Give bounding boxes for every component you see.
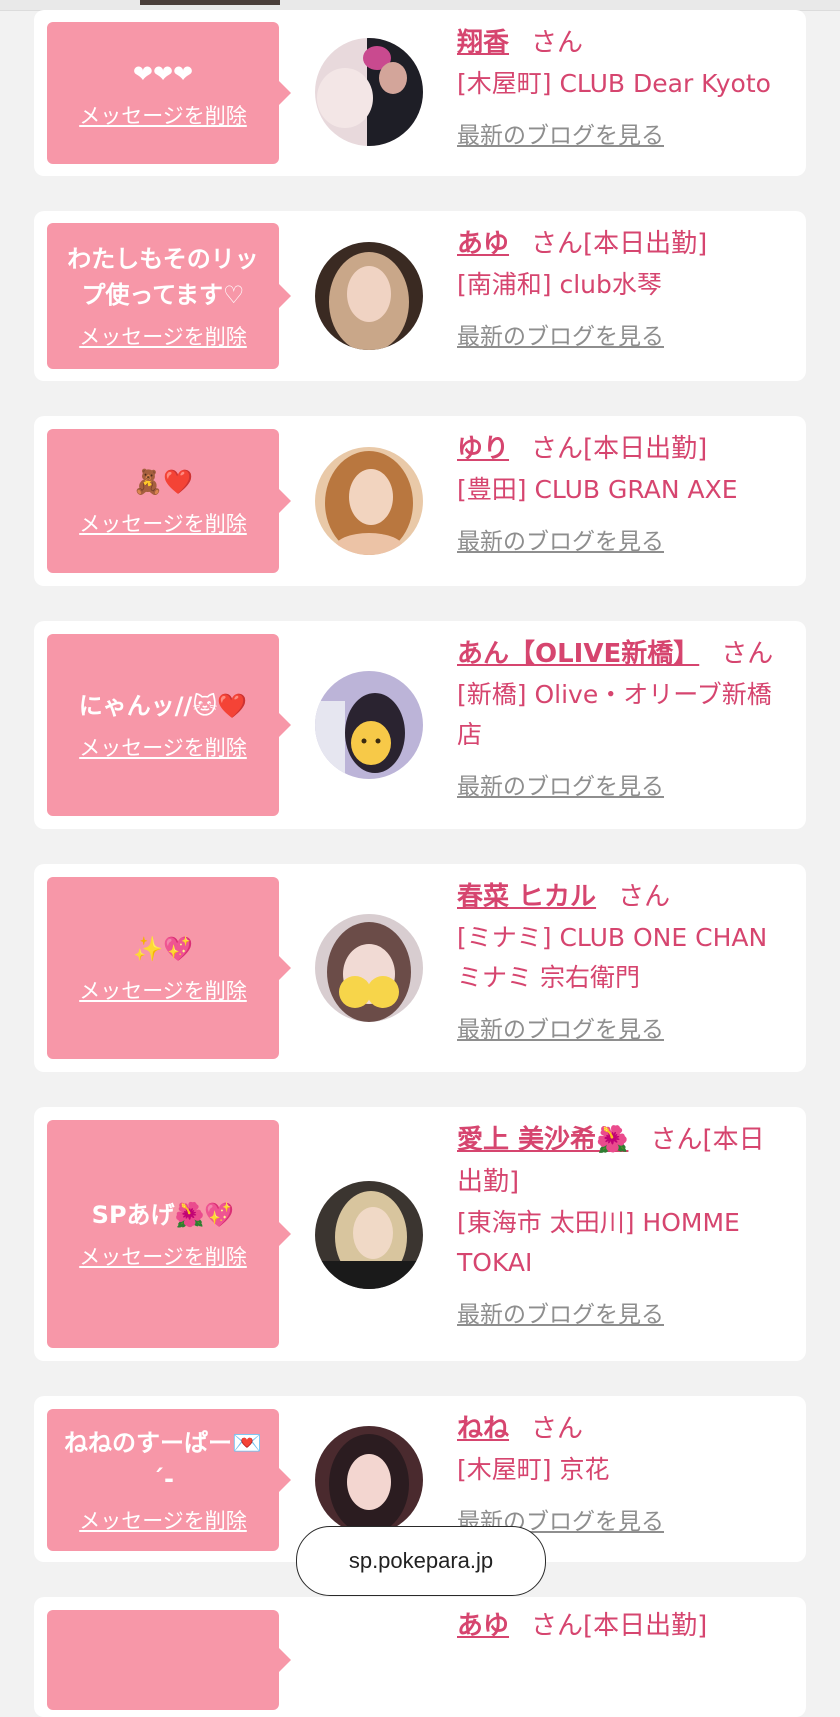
attendance-status: [本日出勤] <box>583 1611 708 1641</box>
name-line: 愛上 美沙希🌺 さん[本日出勤] <box>457 1119 788 1203</box>
message-bubble: 🧸❤️ メッセージを削除 <box>47 429 291 573</box>
name-line: 翔香 さん <box>457 22 788 64</box>
message-card: 🧸❤️ メッセージを削除 ゆり さん[本日出勤] [豊田] CLUB GRAN A… <box>34 416 806 586</box>
store-name: [木屋町] CLUB Dear Kyoto <box>457 69 771 98</box>
cast-info: あゆ さん[本日出勤] [南浦和] club水琴 最新のブログを見る <box>457 223 788 351</box>
store-name: [南浦和] club水琴 <box>457 270 662 299</box>
latest-blog-link[interactable]: 最新のブログを見る <box>457 522 664 556</box>
honorific: さん <box>531 28 584 58</box>
message-bubble <box>47 1610 291 1710</box>
cast-name-link[interactable]: ゆり <box>457 434 509 464</box>
cast-info: あん【OLIVE新橋】 さん [新橋] Olive・オリーブ新橋店 最新のブログを… <box>457 633 788 801</box>
attendance-status: [本日出勤] <box>583 229 708 259</box>
message-card: わたしもそのリップ使ってます♡ メッセージを削除 あゆ さん[本日出勤] [南浦和… <box>34 211 806 381</box>
name-line: ゆり さん[本日出勤] <box>457 428 788 470</box>
message-text: ❤❤❤ <box>132 60 194 88</box>
delete-message-link[interactable]: メッセージを削除 <box>79 975 247 1005</box>
name-line: あん【OLIVE新橋】 さん <box>457 633 788 675</box>
cast-info: ねね さん [木屋町] 京花 最新のブログを見る <box>457 1408 788 1536</box>
cast-name-link[interactable]: 愛上 美沙希🌺 <box>457 1125 628 1155</box>
cast-info: 春菜 ヒカル さん [ミナミ] CLUB ONE CHAN ミナミ 宗右衛門 最新… <box>457 876 788 1044</box>
latest-blog-link[interactable]: 最新のブログを見る <box>457 116 664 150</box>
store-name: [東海市 太田川] HOMME TOKAI <box>457 1208 740 1277</box>
message-card: ❤❤❤ メッセージを削除 翔香 さん [木屋町] CLUB Dear Kyoto … <box>34 10 806 176</box>
avatar[interactable] <box>315 671 423 779</box>
name-line: あゆ さん[本日出勤] <box>457 1605 788 1647</box>
cast-name-link[interactable]: あゆ <box>457 1611 509 1641</box>
cast-name-link[interactable]: あゆ <box>457 229 509 259</box>
avatar[interactable] <box>315 1426 423 1534</box>
message-bubble: ねねのすーぱー💌 ´- メッセージを削除 <box>47 1409 291 1551</box>
message-text: SPあげ🌺💖 <box>91 1201 235 1229</box>
honorific: さん <box>531 229 584 259</box>
name-line: 春菜 ヒカル さん <box>457 876 788 918</box>
avatar[interactable] <box>315 38 423 146</box>
delete-message-link[interactable]: メッセージを削除 <box>79 1505 247 1535</box>
message-bubble: ✨💖 メッセージを削除 <box>47 877 291 1059</box>
latest-blog-link[interactable]: 最新のブログを見る <box>457 1010 664 1044</box>
honorific: さん <box>721 639 774 669</box>
delete-message-link[interactable]: メッセージを削除 <box>79 508 247 538</box>
avatar[interactable] <box>315 447 423 555</box>
cast-name-link[interactable]: 春菜 ヒカル <box>457 882 596 912</box>
honorific: さん <box>531 434 584 464</box>
cast-info: 翔香 さん [木屋町] CLUB Dear Kyoto 最新のブログを見る <box>457 22 788 150</box>
message-text: わたしもそのリップ使ってます♡ <box>67 245 259 309</box>
delete-message-link[interactable]: メッセージを削除 <box>79 321 247 351</box>
store-name: [豊田] CLUB GRAN AXE <box>457 475 738 504</box>
honorific: さん <box>531 1611 584 1641</box>
avatar[interactable] <box>315 914 423 1022</box>
message-card: ✨💖 メッセージを削除 春菜 ヒカル さん [ミナミ] CLUB ONE CHAN… <box>34 864 806 1072</box>
store-name: [ミナミ] CLUB ONE CHAN ミナミ 宗右衛門 <box>457 923 768 992</box>
url-bar[interactable]: sp.pokepara.jp <box>296 1526 546 1596</box>
message-text: 🧸❤️ <box>133 468 193 496</box>
cast-name-link[interactable]: 翔香 <box>457 28 509 58</box>
latest-blog-link[interactable]: 最新のブログを見る <box>457 1295 664 1329</box>
cast-name-link[interactable]: あん【OLIVE新橋】 <box>457 639 699 669</box>
cast-name-link[interactable]: ねね <box>457 1414 509 1444</box>
message-text: ねねのすーぱー💌 ´- <box>64 1429 262 1493</box>
message-bubble: ❤❤❤ メッセージを削除 <box>47 22 291 164</box>
message-card: SPあげ🌺💖 メッセージを削除 愛上 美沙希🌺 さん[本日出勤] [東海市 太田川… <box>34 1107 806 1361</box>
attendance-status: [本日出勤] <box>583 434 708 464</box>
avatar[interactable] <box>315 1181 423 1289</box>
message-text: ✨💖 <box>133 935 193 963</box>
cast-info: ゆり さん[本日出勤] [豊田] CLUB GRAN AXE 最新のブログを見る <box>457 428 788 556</box>
message-bubble: にゃんッ//🐱❤️ メッセージを削除 <box>47 634 291 816</box>
delete-message-link[interactable]: メッセージを削除 <box>79 100 247 130</box>
message-bubble: SPあげ🌺💖 メッセージを削除 <box>47 1120 291 1348</box>
delete-message-link[interactable]: メッセージを削除 <box>79 1241 247 1271</box>
avatar[interactable] <box>315 242 423 350</box>
latest-blog-link[interactable]: 最新のブログを見る <box>457 317 664 351</box>
name-line: あゆ さん[本日出勤] <box>457 223 788 265</box>
cast-info: 愛上 美沙希🌺 さん[本日出勤] [東海市 太田川] HOMME TOKAI 最新… <box>457 1119 788 1329</box>
honorific: さん <box>531 1414 584 1444</box>
store-name: [新橋] Olive・オリーブ新橋店 <box>457 680 772 749</box>
latest-blog-link[interactable]: 最新のブログを見る <box>457 767 664 801</box>
honorific: さん <box>618 882 671 912</box>
name-line: ねね さん <box>457 1408 788 1450</box>
cast-info: あゆ さん[本日出勤] <box>457 1605 788 1647</box>
message-text: にゃんッ//🐱❤️ <box>78 692 248 720</box>
delete-message-link[interactable]: メッセージを削除 <box>79 732 247 762</box>
message-card: にゃんッ//🐱❤️ メッセージを削除 あん【OLIVE新橋】 さん [新橋] Ol… <box>34 621 806 829</box>
store-name: [木屋町] 京花 <box>457 1455 610 1484</box>
active-tab-indicator <box>140 0 280 5</box>
message-card: あゆ さん[本日出勤] <box>34 1597 806 1717</box>
honorific: さん <box>650 1125 703 1155</box>
message-bubble: わたしもそのリップ使ってます♡ メッセージを削除 <box>47 223 291 369</box>
